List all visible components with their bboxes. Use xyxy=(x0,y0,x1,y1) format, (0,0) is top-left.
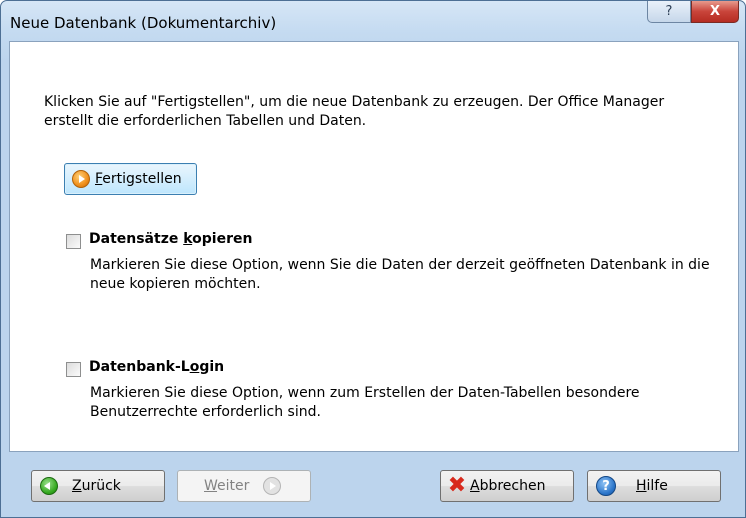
red-x-icon: ✖ xyxy=(447,473,467,498)
cancel-button-label: Abbrechen xyxy=(470,478,546,494)
finish-button-label: Fertigstellen xyxy=(95,171,182,187)
next-button-label: Weiter xyxy=(204,478,250,494)
back-button-label: Zurück xyxy=(72,478,121,494)
orange-play-icon xyxy=(72,170,90,188)
next-button[interactable]: Weiter xyxy=(177,470,311,502)
close-icon: X xyxy=(709,4,721,19)
help-button[interactable]: ? Hilfe xyxy=(587,470,721,502)
copy-records-description: Markieren Sie diese Option, wenn Sie die… xyxy=(90,257,710,292)
close-button[interactable]: X xyxy=(691,1,739,23)
back-button[interactable]: Zurück xyxy=(31,470,165,502)
gray-forward-arrow-icon xyxy=(263,477,282,495)
help-button-label: Hilfe xyxy=(636,478,668,494)
database-login-description: Markieren Sie diese Option, wenn zum Ers… xyxy=(90,385,640,420)
title-help-button[interactable]: ? xyxy=(647,1,691,23)
window-title: Neue Datenbank (Dokumentarchiv) xyxy=(10,14,277,32)
green-back-arrow-icon xyxy=(40,477,58,495)
database-login-label[interactable]: Datenbank-Login xyxy=(89,359,224,375)
title-bar-buttons: ? X xyxy=(647,1,739,23)
intro-text: Klicken Sie auf "Fertigstellen", um die … xyxy=(44,94,665,129)
cancel-button[interactable]: ✖ Abbrechen xyxy=(440,470,574,502)
blue-help-icon: ? xyxy=(596,476,616,496)
finish-button[interactable]: Fertigstellen xyxy=(64,163,197,195)
database-login-checkbox[interactable] xyxy=(66,362,81,377)
question-mark-icon: ? xyxy=(665,4,673,19)
copy-records-label[interactable]: Datensätze kopieren xyxy=(89,231,252,247)
copy-records-checkbox[interactable] xyxy=(66,234,81,249)
